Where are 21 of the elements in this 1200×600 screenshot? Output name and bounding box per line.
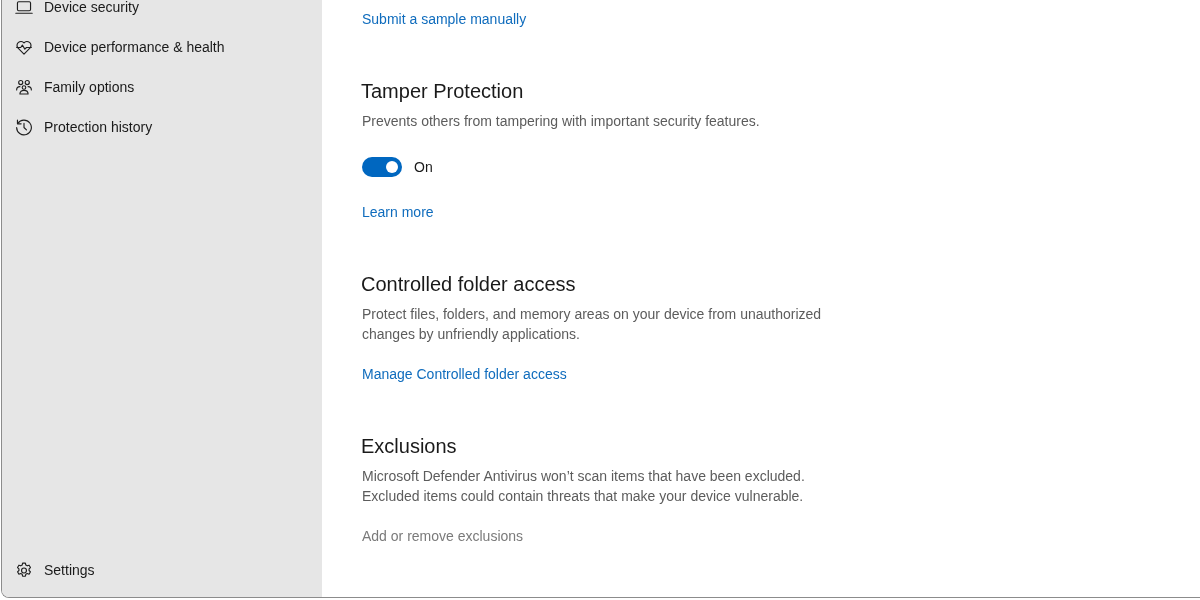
link[interactable]: Submit a sample manually <box>362 9 527 29</box>
laptop-icon <box>15 0 33 16</box>
link[interactable]: Manage Controlled folder access <box>362 364 567 384</box>
nav-item[interactable]: Protection history <box>2 107 322 147</box>
section-description: Prevents others from tampering with important security features. <box>362 112 761 131</box>
nav-item[interactable]: Family options <box>2 67 322 107</box>
heart-pulse-icon <box>15 38 33 56</box>
toggle-label: On <box>414 158 433 177</box>
people-icon <box>15 78 33 96</box>
section-title: Exclusions <box>361 434 457 459</box>
toggle-switch[interactable] <box>362 157 402 177</box>
section-title: Tamper Protection <box>361 79 524 104</box>
section-description: Protect files, folders, and memory areas on your device from unauthorized changes by unfriendly applications. <box>362 305 823 344</box>
section-title: Controlled folder access <box>361 272 576 297</box>
nav-item[interactable]: Device security <box>2 0 322 27</box>
section-description: Microsoft Defender Antivirus won’t scan items that have been excluded. Excluded items could contain threats that make your device vulnerable. <box>362 467 806 506</box>
nav-item[interactable]: Settings <box>2 550 322 590</box>
history-icon <box>15 118 33 136</box>
nav-item[interactable]: Device performance & health <box>2 27 322 67</box>
link[interactable]: Learn more <box>362 202 434 222</box>
gear-icon <box>15 561 33 579</box>
